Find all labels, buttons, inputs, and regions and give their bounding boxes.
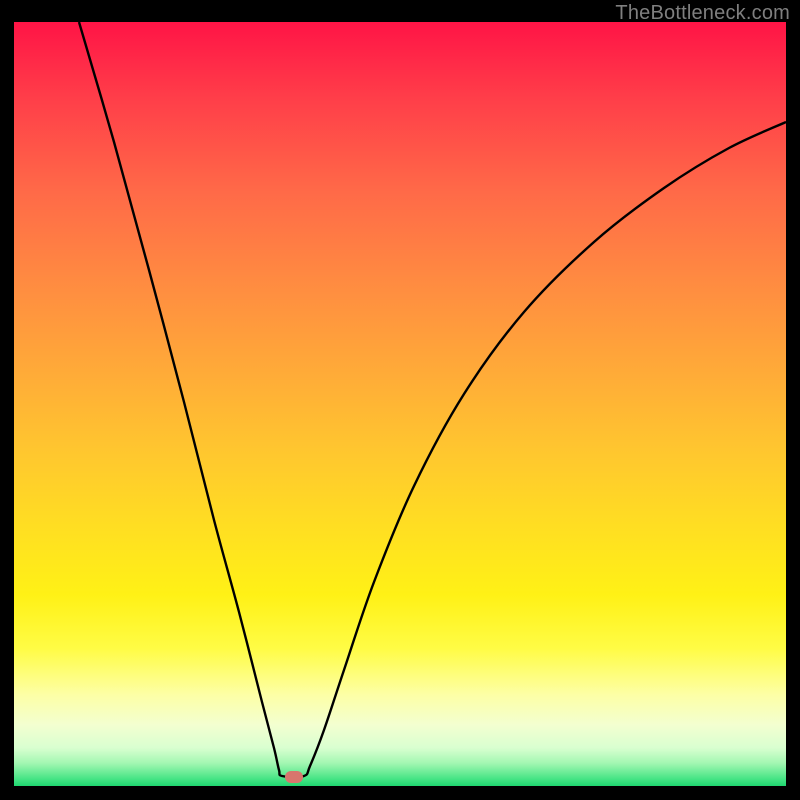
optimal-point-marker bbox=[285, 771, 303, 783]
watermark-text: TheBottleneck.com bbox=[615, 2, 790, 25]
plot-area bbox=[14, 22, 786, 786]
chart-frame: TheBottleneck.com bbox=[0, 0, 800, 800]
bottleneck-curve bbox=[14, 22, 786, 786]
